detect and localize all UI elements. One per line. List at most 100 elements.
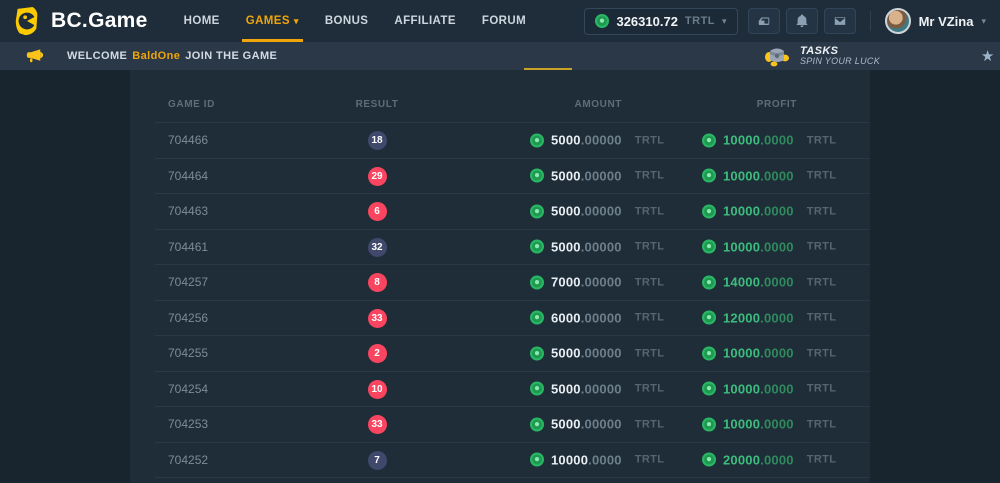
announcement-banner: WELCOME BaldOne JOIN THE GAME TASKS SPIN…	[0, 42, 1000, 70]
user-name: Mr VZina	[919, 14, 974, 29]
result-badge: 18	[368, 131, 387, 150]
nav-bonus[interactable]: BONUS	[325, 0, 369, 42]
trtl-coin-icon	[530, 453, 544, 467]
result-badge: 10	[368, 380, 387, 399]
profit-cell: 10000.0000TRTL	[702, 204, 836, 219]
welcome-prefix: WELCOME	[67, 50, 127, 62]
chevron-down-icon: ▾	[981, 16, 986, 27]
result-cell: 7	[347, 450, 407, 470]
trtl-coin-icon	[702, 133, 716, 147]
welcome-message: WELCOME BaldOne JOIN THE GAME	[67, 50, 277, 62]
amount-currency: TRTL	[635, 170, 665, 182]
amount-cell: 10000.0000TRTL	[530, 452, 664, 467]
nav-forum[interactable]: FORUM	[482, 0, 526, 42]
table-row[interactable]: 704464295000.00000TRTL10000.0000TRTL	[155, 159, 870, 195]
result-cell: 33	[347, 414, 407, 434]
amount-cell: 5000.00000TRTL	[530, 239, 664, 254]
game-id: 704463	[168, 204, 208, 218]
game-id: 704257	[168, 275, 208, 289]
profit-value: 10000.0000	[723, 133, 794, 148]
tasks-widget[interactable]: TASKS SPIN YOUR LUCK	[764, 42, 880, 70]
game-id: 704464	[168, 169, 208, 183]
table-body: 704466185000.00000TRTL10000.0000TRTL7044…	[155, 123, 870, 478]
bet-history-panel: GAME ID RESULT AMOUNT PROFIT 70446618500…	[130, 70, 870, 483]
amount-value: 7000.00000	[551, 275, 622, 290]
amount-currency: TRTL	[635, 312, 665, 324]
brand-name: BC.Game	[51, 9, 148, 33]
tasks-spin-icon	[764, 45, 790, 67]
profit-value: 20000.0000	[723, 452, 794, 467]
bet-history-table: GAME ID RESULT AMOUNT PROFIT 70446618500…	[155, 70, 870, 478]
trtl-coin-icon	[530, 204, 544, 218]
trtl-coin-icon	[530, 311, 544, 325]
table-row[interactable]: 70425787000.00000TRTL14000.0000TRTL	[155, 265, 870, 301]
result-cell: 2	[347, 343, 407, 363]
nav-games[interactable]: GAMES▾	[246, 0, 299, 42]
amount-value: 5000.00000	[551, 346, 622, 361]
balance-amount: 326310.72	[616, 14, 677, 29]
table-row[interactable]: 704254105000.00000TRTL10000.0000TRTL	[155, 372, 870, 408]
topbar-right: 326310.72 TRTL ▾ Mr VZina ▾	[584, 8, 986, 35]
wallet-icon	[757, 14, 771, 28]
result-cell: 8	[347, 272, 407, 292]
amount-value: 5000.00000	[551, 204, 622, 219]
wallet-button[interactable]	[748, 8, 780, 34]
favorites-control[interactable]: ★ F	[981, 42, 1000, 70]
trtl-coin-icon	[530, 240, 544, 254]
user-menu[interactable]: Mr VZina ▾	[885, 8, 986, 34]
main-nav: HOME GAMES▾ BONUS AFFILIATE FORUM	[184, 0, 526, 42]
amount-value: 10000.0000	[551, 452, 622, 467]
trtl-coin-icon	[702, 169, 716, 183]
header-result: RESULT	[347, 99, 407, 110]
trtl-coin-icon	[702, 240, 716, 254]
table-row[interactable]: 70425525000.00000TRTL10000.0000TRTL	[155, 336, 870, 372]
amount-value: 5000.00000	[551, 239, 622, 254]
profit-currency: TRTL	[807, 170, 837, 182]
profit-cell: 10000.0000TRTL	[702, 168, 836, 183]
result-badge: 8	[368, 273, 387, 292]
bell-icon	[795, 14, 809, 28]
trtl-coin-icon	[530, 275, 544, 289]
trtl-coin-icon	[702, 453, 716, 467]
notifications-button[interactable]	[786, 8, 818, 34]
result-badge: 2	[368, 344, 387, 363]
amount-currency: TRTL	[635, 383, 665, 395]
table-row[interactable]: 704256336000.00000TRTL12000.0000TRTL	[155, 301, 870, 337]
brand-logo[interactable]: BC.Game	[12, 6, 148, 36]
amount-value: 5000.00000	[551, 133, 622, 148]
trtl-coin-icon	[595, 14, 609, 28]
top-navigation-bar: BC.Game HOME GAMES▾ BONUS AFFILIATE FORU…	[0, 0, 1000, 42]
amount-cell: 7000.00000TRTL	[530, 275, 664, 290]
result-cell: 10	[347, 379, 407, 399]
result-badge: 32	[368, 238, 387, 257]
megaphone-icon	[26, 48, 45, 64]
profit-cell: 10000.0000TRTL	[702, 133, 836, 148]
nav-affiliate[interactable]: AFFILIATE	[394, 0, 456, 42]
amount-cell: 5000.00000TRTL	[530, 346, 664, 361]
table-row[interactable]: 704252710000.0000TRTL20000.0000TRTL	[155, 443, 870, 479]
game-id: 704256	[168, 311, 208, 325]
game-id: 704466	[168, 133, 208, 147]
messages-button[interactable]	[824, 8, 856, 34]
profit-currency: TRTL	[807, 276, 837, 288]
amount-value: 6000.00000	[551, 310, 622, 325]
trtl-coin-icon	[702, 204, 716, 218]
table-row[interactable]: 704253335000.00000TRTL10000.0000TRTL	[155, 407, 870, 443]
profit-currency: TRTL	[807, 312, 837, 324]
trtl-coin-icon	[530, 133, 544, 147]
profit-cell: 12000.0000TRTL	[702, 310, 836, 325]
balance-selector[interactable]: 326310.72 TRTL ▾	[584, 8, 737, 35]
game-id: 704254	[168, 382, 208, 396]
amount-cell: 5000.00000TRTL	[530, 417, 664, 432]
trtl-coin-icon	[530, 417, 544, 431]
trtl-coin-icon	[530, 169, 544, 183]
table-row[interactable]: 704466185000.00000TRTL10000.0000TRTL	[155, 123, 870, 159]
tasks-subtitle: SPIN YOUR LUCK	[800, 57, 880, 67]
game-id: 704253	[168, 417, 208, 431]
table-row[interactable]: 704461325000.00000TRTL10000.0000TRTL	[155, 230, 870, 266]
nav-home[interactable]: HOME	[184, 0, 220, 42]
table-row[interactable]: 70446365000.00000TRTL10000.0000TRTL	[155, 194, 870, 230]
result-cell: 33	[347, 308, 407, 328]
amount-cell: 5000.00000TRTL	[530, 381, 664, 396]
chevron-down-icon: ▾	[722, 16, 727, 27]
